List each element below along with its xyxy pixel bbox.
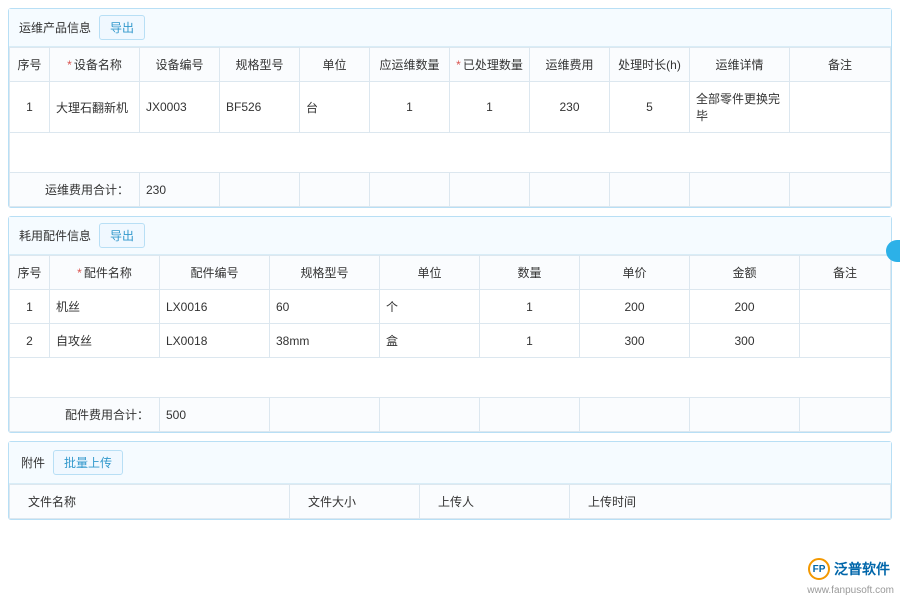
col-should-qty: 应运维数量	[370, 48, 450, 82]
attachment-table: 文件名称 文件大小 上传人 上传时间	[9, 484, 891, 519]
cell-done-qty: 1	[450, 82, 530, 133]
col-spec: 规格型号	[220, 48, 300, 82]
cell-seq: 1	[10, 82, 50, 133]
total-row: 配件费用合计： 500	[10, 398, 891, 432]
cell-should-qty: 1	[370, 82, 450, 133]
required-mark: *	[67, 58, 72, 72]
total-value: 230	[140, 173, 220, 207]
batch-upload-button[interactable]: 批量上传	[53, 450, 123, 475]
col-filesize: 文件大小	[290, 485, 420, 519]
maintenance-table: 序号 *设备名称 设备编号 规格型号 单位 应运维数量 *已处理数量 运维费用 …	[9, 47, 891, 207]
cell-device-code: JX0003	[140, 82, 220, 133]
col-device-code: 设备编号	[140, 48, 220, 82]
total-label: 运维费用合计：	[10, 173, 140, 207]
brand-logo: FP 泛普软件	[808, 558, 890, 580]
table-header-row: 文件名称 文件大小 上传人 上传时间	[10, 485, 891, 519]
col-uploadtime: 上传时间	[570, 485, 891, 519]
spacer-row	[10, 133, 891, 173]
cell-spec: 60	[270, 290, 380, 324]
cell-qty: 1	[480, 290, 580, 324]
col-seq: 序号	[10, 256, 50, 290]
parts-panel: 耗用配件信息 导出 序号 *配件名称 配件编号 规格型号 单位 数量 单价 金额…	[8, 216, 892, 433]
cell-part-code: LX0016	[160, 290, 270, 324]
panel-title: 运维产品信息	[19, 19, 91, 36]
cell-remark	[800, 290, 891, 324]
col-qty: 数量	[480, 256, 580, 290]
cell-duration: 5	[610, 82, 690, 133]
col-filename: 文件名称	[10, 485, 290, 519]
col-amount: 金额	[690, 256, 800, 290]
export-button[interactable]: 导出	[99, 15, 145, 40]
cell-detail: 全部零件更换完毕	[690, 82, 790, 133]
col-cost: 运维费用	[530, 48, 610, 82]
cell-cost: 230	[530, 82, 610, 133]
cell-price: 300	[580, 324, 690, 358]
col-price: 单价	[580, 256, 690, 290]
required-mark: *	[456, 58, 461, 72]
col-done-qty: *已处理数量	[450, 48, 530, 82]
cell-seq: 2	[10, 324, 50, 358]
table-row[interactable]: 1 机丝 LX0016 60 个 1 200 200	[10, 290, 891, 324]
cell-qty: 1	[480, 324, 580, 358]
cell-unit: 个	[380, 290, 480, 324]
brand-url: www.fanpusoft.com	[807, 585, 894, 596]
col-part-name: *配件名称	[50, 256, 160, 290]
cell-spec: BF526	[220, 82, 300, 133]
cell-spec: 38mm	[270, 324, 380, 358]
cell-amount: 200	[690, 290, 800, 324]
required-mark: *	[77, 266, 82, 280]
col-detail: 运维详情	[690, 48, 790, 82]
col-remark: 备注	[790, 48, 891, 82]
panel-header: 附件 批量上传	[9, 442, 891, 484]
cell-remark	[790, 82, 891, 133]
logo-icon: FP	[808, 558, 830, 580]
table-header-row: 序号 *配件名称 配件编号 规格型号 单位 数量 单价 金额 备注	[10, 256, 891, 290]
cell-unit: 盒	[380, 324, 480, 358]
col-part-code: 配件编号	[160, 256, 270, 290]
cell-seq: 1	[10, 290, 50, 324]
export-button[interactable]: 导出	[99, 223, 145, 248]
total-value: 500	[160, 398, 270, 432]
brand-name: 泛普软件	[834, 559, 890, 579]
cell-part-name: 自攻丝	[50, 324, 160, 358]
parts-table: 序号 *配件名称 配件编号 规格型号 单位 数量 单价 金额 备注 1 机丝 L…	[9, 255, 891, 432]
table-header-row: 序号 *设备名称 设备编号 规格型号 单位 应运维数量 *已处理数量 运维费用 …	[10, 48, 891, 82]
total-row: 运维费用合计： 230	[10, 173, 891, 207]
col-seq: 序号	[10, 48, 50, 82]
col-remark: 备注	[800, 256, 891, 290]
attachment-panel: 附件 批量上传 文件名称 文件大小 上传人 上传时间	[8, 441, 892, 520]
col-unit: 单位	[380, 256, 480, 290]
cell-price: 200	[580, 290, 690, 324]
panel-header: 运维产品信息 导出	[9, 9, 891, 47]
col-uploader: 上传人	[420, 485, 570, 519]
col-spec: 规格型号	[270, 256, 380, 290]
col-duration: 处理时长(h)	[610, 48, 690, 82]
panel-title: 附件	[21, 454, 45, 471]
cell-device-name: 大理石翻新机	[50, 82, 140, 133]
cell-amount: 300	[690, 324, 800, 358]
table-row[interactable]: 2 自攻丝 LX0018 38mm 盒 1 300 300	[10, 324, 891, 358]
cell-unit: 台	[300, 82, 370, 133]
cell-part-code: LX0018	[160, 324, 270, 358]
table-row[interactable]: 1 大理石翻新机 JX0003 BF526 台 1 1 230 5 全部零件更换…	[10, 82, 891, 133]
panel-title: 耗用配件信息	[19, 227, 91, 244]
col-device-name: *设备名称	[50, 48, 140, 82]
cell-remark	[800, 324, 891, 358]
cell-part-name: 机丝	[50, 290, 160, 324]
col-unit: 单位	[300, 48, 370, 82]
spacer-row	[10, 358, 891, 398]
panel-header: 耗用配件信息 导出	[9, 217, 891, 255]
maintenance-product-panel: 运维产品信息 导出 序号 *设备名称 设备编号 规格型号 单位 应运维数量 *已…	[8, 8, 892, 208]
total-label: 配件费用合计：	[10, 398, 160, 432]
